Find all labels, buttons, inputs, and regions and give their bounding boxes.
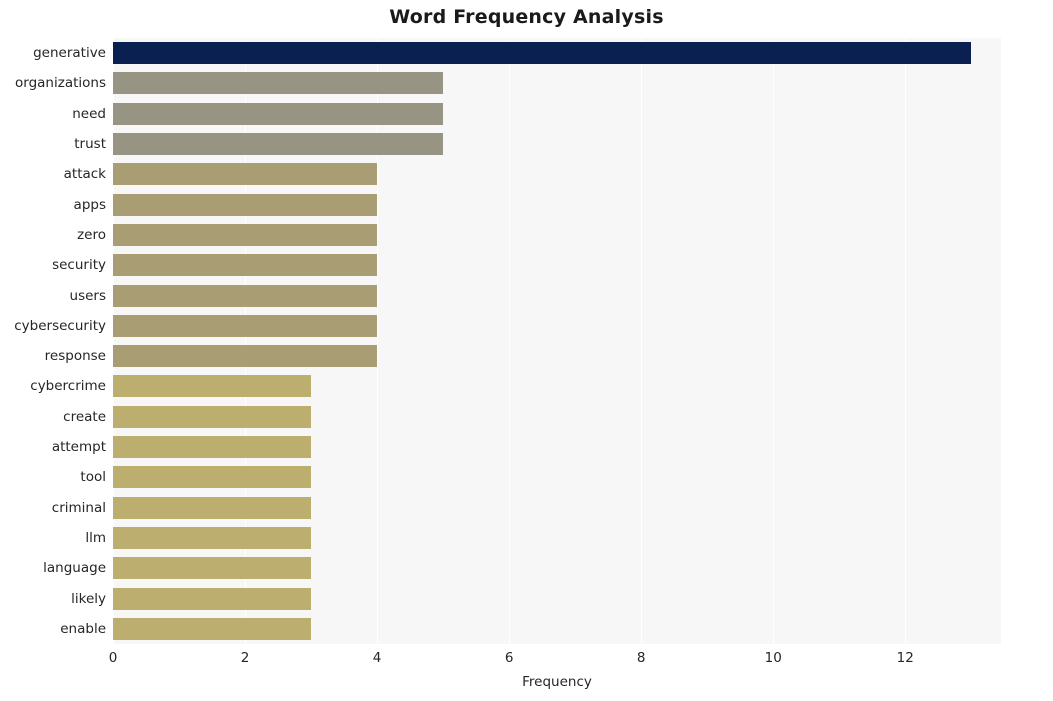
bar-series [113, 38, 1001, 644]
bar [113, 133, 444, 156]
bar [113, 466, 312, 489]
x-axis-tick-label: 0 [108, 650, 118, 666]
y-axis-labels: generative organizations need trust attack ap… [0, 38, 106, 644]
y-axis-tick-label: users [69, 287, 106, 304]
y-axis-tick-label: zero [77, 226, 106, 243]
y-axis-tick-label: cybersecurity [14, 317, 106, 334]
bar [113, 496, 312, 519]
x-axis-tick-label: 4 [372, 650, 382, 666]
plot-area [113, 38, 1001, 644]
y-axis-tick-label: generative [33, 45, 106, 62]
x-axis-tick-label: 8 [636, 650, 646, 666]
word-frequency-chart: Word Frequency Analysis generative organi… [0, 0, 1053, 701]
y-axis-tick-label: create [63, 408, 106, 425]
y-axis-tick-label: cybercrime [30, 378, 106, 395]
y-axis-tick-label: criminal [51, 499, 106, 516]
x-axis-title: Frequency [522, 674, 592, 690]
y-axis-tick-label: response [44, 348, 106, 365]
x-axis-tick-label: 10 [764, 650, 782, 666]
bar [113, 587, 312, 610]
x-axis-tick-label: 6 [504, 650, 514, 666]
y-axis-tick-label: need [72, 105, 106, 122]
y-axis-tick-label: llm [85, 529, 106, 546]
chart-title: Word Frequency Analysis [389, 6, 664, 28]
y-axis-tick-label: language [43, 560, 106, 577]
bar [113, 526, 312, 549]
bar [113, 405, 312, 428]
bar [113, 617, 312, 640]
y-axis-tick-label: enable [60, 620, 106, 637]
x-axis-tick-labels: 0 2 4 6 8 10 12 [109, 650, 1001, 670]
y-axis-tick-label: tool [80, 469, 106, 486]
bar [113, 436, 312, 459]
x-axis-tick-label: 2 [240, 650, 250, 666]
bar [113, 375, 312, 398]
bar [113, 163, 378, 186]
y-axis-tick-label: organizations [15, 75, 106, 92]
bar [113, 254, 378, 277]
y-axis-tick-label: trust [74, 136, 106, 153]
x-axis-tick-label: 12 [896, 650, 914, 666]
y-axis-tick-label: attack [63, 166, 106, 183]
y-axis-tick-label: apps [73, 196, 106, 213]
bar [113, 42, 972, 65]
y-axis-tick-label: likely [71, 590, 106, 607]
bar [113, 557, 312, 580]
y-axis-tick-label: attempt [51, 439, 106, 456]
bar [113, 345, 378, 368]
bar [113, 102, 444, 125]
bar [113, 193, 378, 216]
bar [113, 284, 378, 307]
bar [113, 223, 378, 246]
bar [113, 314, 378, 337]
bar [113, 72, 444, 95]
y-axis-tick-label: security [52, 257, 106, 274]
